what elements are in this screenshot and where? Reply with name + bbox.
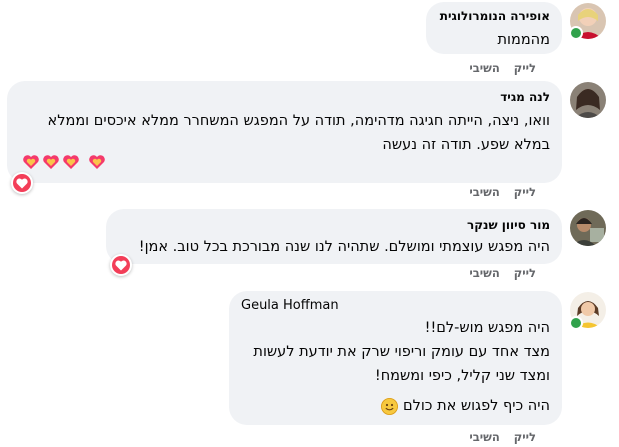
comment-actions: לייק השיבי [455,430,536,444]
avatar[interactable] [570,210,606,246]
reaction-badge[interactable] [110,254,132,276]
comment-text-line-with-emoji: היה כיף לפגוש את כולם [241,394,550,418]
reply-button[interactable]: השיבי [469,185,499,199]
sparkling-heart-emoji [43,155,59,169]
sparkling-heart-emoji [89,155,105,169]
comment-bubble: Geula Hoffman היה מפגש מוש-לם!! מצד אחד … [229,291,562,425]
comment-author[interactable]: לנה מגיד [19,89,550,105]
online-status-indicator [569,26,583,40]
sparkling-heart-emoji [63,155,79,169]
sparkling-heart-emoji [23,155,39,169]
reply-button[interactable]: השיבי [469,430,499,444]
comment-author[interactable]: מור סיוון שנקר [118,217,550,233]
reply-button[interactable]: השיבי [469,266,499,280]
comment-actions: לייק השיבי [455,266,536,280]
smiling-face-emoji [381,397,399,415]
comment-bubble: מור סיוון שנקר היה מפגש עוצמתי ומושלם. ש… [106,209,562,264]
comment-author[interactable]: אופירה הנומרולוגית [438,8,550,24]
comment-author[interactable]: Geula Hoffman [241,298,550,314]
comment-bubble: אופירה הנומרולוגית מהממות [426,2,562,54]
reaction-badge[interactable] [11,172,33,194]
like-button[interactable]: לייק [514,430,536,444]
comment-actions: לייק השיבי [455,61,536,75]
like-button[interactable]: לייק [514,266,536,280]
comment-text-line: מצד אחד עם עומק וריפוי שרק את יודעת לעשו… [253,344,550,360]
heart-icon [115,260,127,270]
comment-text-line: ומצד שני קליל, כיפי ומשמח! [374,368,550,384]
emoji-row [22,154,106,170]
like-button[interactable]: לייק [514,185,536,199]
heart-icon [16,178,28,188]
reply-button[interactable]: השיבי [469,61,499,75]
comment-actions: לייק השיבי [455,185,536,199]
avatar[interactable] [570,82,606,118]
online-status-indicator [569,316,583,330]
comment-text-line: וואו, ניצה, הייתה חגיגה מדהימה, תודה על … [47,113,550,129]
comment-text: היה כיף לפגוש את כולם [402,398,550,414]
like-button[interactable]: לייק [514,61,536,75]
comment-text: היה מפגש עוצמתי ומושלם. שתהיה לנו שנה מב… [138,239,550,255]
comment-text: מהממות [497,32,551,48]
comment-text-line: היה מפגש מוש-לם!! [424,320,550,336]
